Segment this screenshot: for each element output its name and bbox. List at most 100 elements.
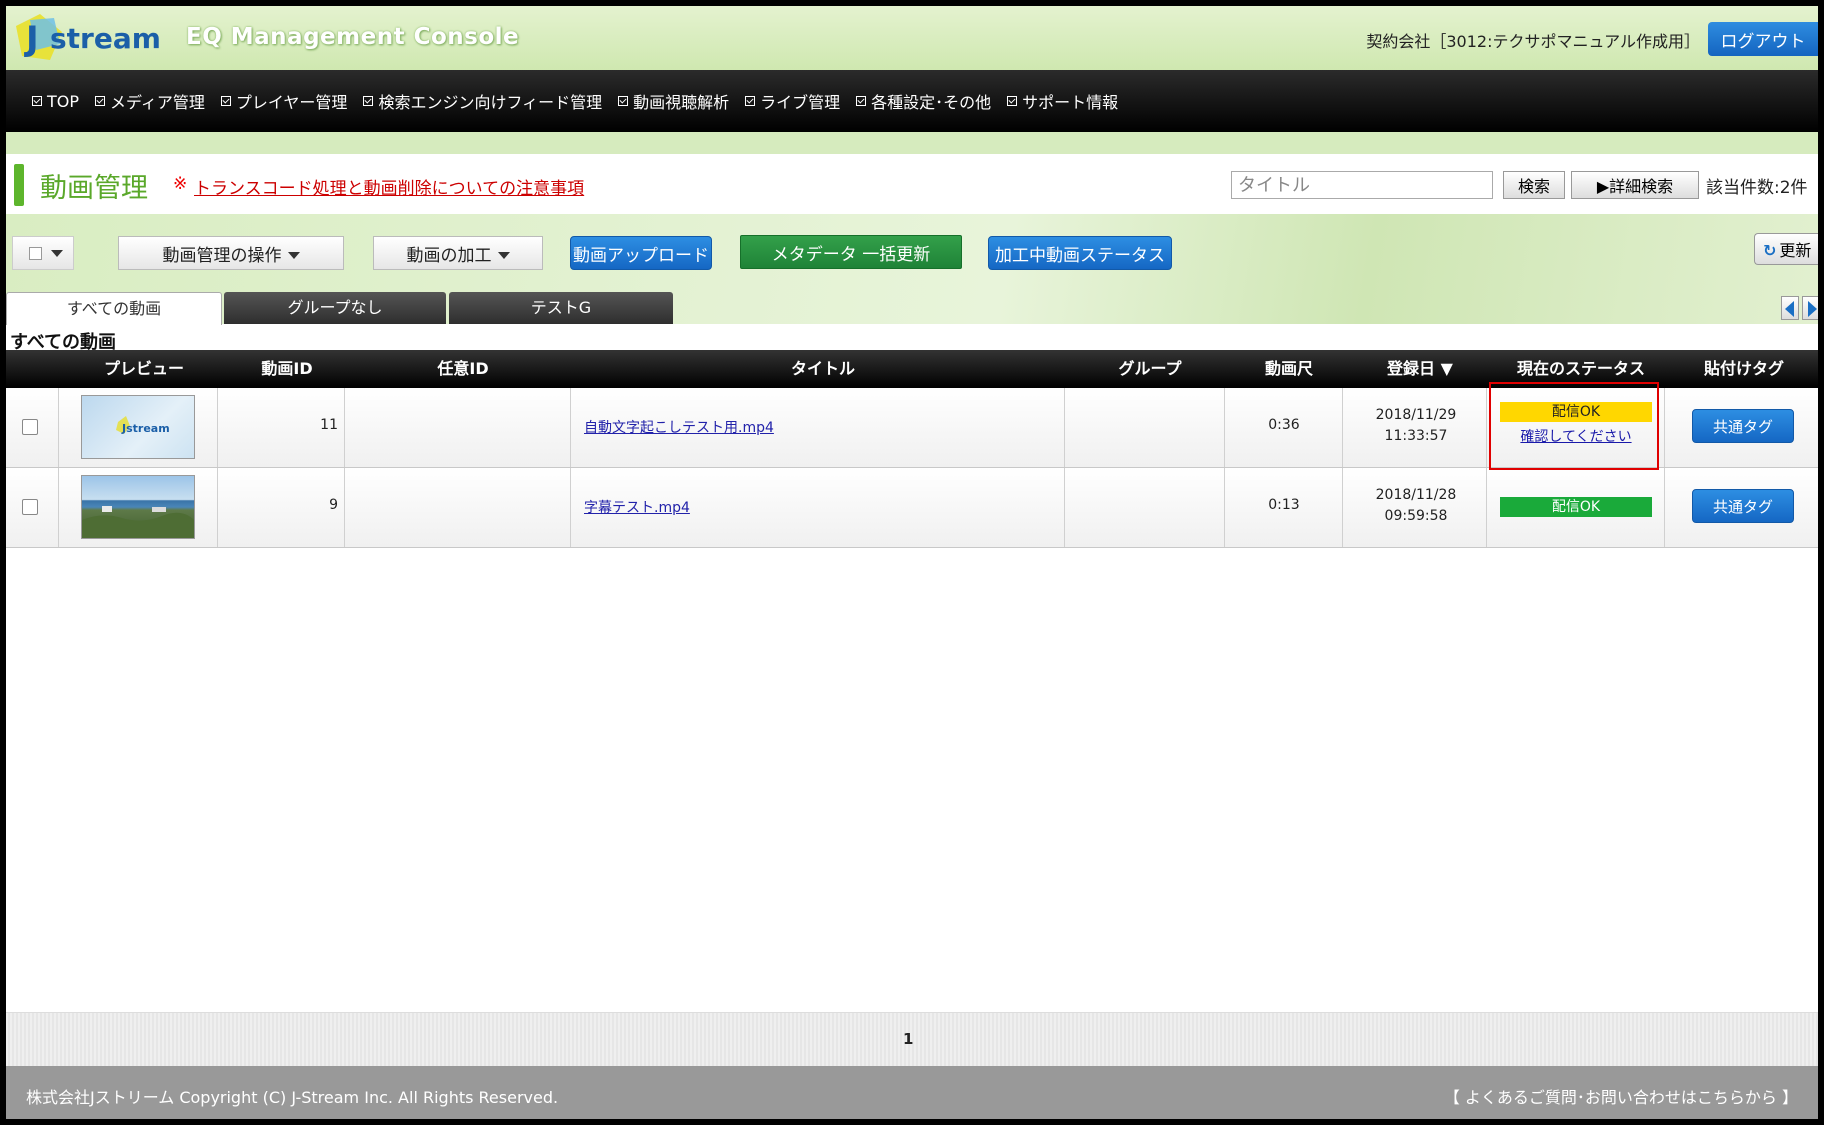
nav-label: 動画視聴解析	[633, 93, 730, 112]
manage-ops-button[interactable]: 動画管理の操作	[118, 236, 344, 270]
checkbox-icon	[95, 96, 106, 106]
main-nav: TOP メディア管理 プレイヤー管理 検索エンジン向けフィード管理 動画視聴解析…	[6, 70, 1818, 132]
refresh-icon: ↻	[1763, 241, 1777, 260]
notice-link[interactable]: トランスコード処理と動画削除についての注意事項	[194, 174, 584, 199]
status-highlight-box	[1489, 382, 1659, 470]
checkbox-icon	[1007, 96, 1018, 106]
nav-label: サポート情報	[1022, 93, 1119, 112]
svg-text:J: J	[24, 19, 39, 59]
nav-label: 検索エンジン向けフィード管理	[378, 93, 603, 112]
faq-contact-link[interactable]: 【 よくあるご質問･お問い合わせはこちらから 】	[1444, 1084, 1798, 1108]
nav-label: プレイヤー管理	[235, 93, 348, 112]
app-window: J stream EQ Management Console 契約会社［3012…	[6, 6, 1818, 1119]
row-checkbox[interactable]	[22, 499, 38, 515]
refresh-label: 更新	[1779, 241, 1812, 260]
title-bar: 動画管理 ※ トランスコード処理と動画削除についての注意事項 検索 ▶詳細検索 …	[6, 154, 1818, 214]
reg-date: 2018/11/28 09:59:58	[1346, 485, 1486, 527]
column-header-preview: プレビュー	[103, 359, 184, 378]
nav-item-player[interactable]: プレイヤー管理	[220, 89, 348, 113]
manage-ops-label: 動画管理の操作	[162, 245, 282, 266]
nav-label: TOP	[47, 91, 80, 111]
search-button[interactable]: 検索	[1503, 171, 1565, 199]
processing-label: 動画の加工	[406, 245, 492, 266]
column-header-group: グループ	[1118, 359, 1182, 378]
reg-date-day: 2018/11/28	[1375, 487, 1457, 503]
common-tag-button[interactable]: 共通タグ	[1692, 409, 1794, 443]
nav-item-top[interactable]: TOP	[32, 92, 79, 111]
thumb-text: Jstream	[121, 422, 170, 435]
chevron-down-icon	[497, 252, 510, 259]
copyright: 株式会社Jストリーム Copyright (C) J-Stream Inc. A…	[26, 1088, 559, 1107]
reg-date: 2018/11/29 11:33:57	[1346, 405, 1486, 447]
column-header-duration[interactable]: 動画尺	[1230, 350, 1348, 388]
pagination: 1	[6, 1012, 1818, 1067]
select-all-dropdown[interactable]	[12, 236, 74, 270]
nav-item-media[interactable]: メディア管理	[95, 89, 205, 113]
bulk-metadata-button[interactable]: メタデータ 一括更新	[740, 235, 962, 269]
upload-button[interactable]: 動画アップロード	[570, 236, 712, 270]
video-title-link[interactable]: 字幕テスト.mp4	[584, 497, 690, 517]
reg-date-time: 11:33:57	[1384, 428, 1448, 444]
column-header-reg-date[interactable]: 登録日 ▼	[1348, 350, 1492, 388]
nav-label: メディア管理	[110, 93, 205, 112]
checkbox-icon	[856, 96, 867, 106]
advanced-search-button[interactable]: ▶詳細検索	[1571, 171, 1699, 199]
duration: 0:13	[1268, 497, 1300, 513]
checkbox-icon	[363, 96, 374, 106]
column-header-video-id[interactable]: 動画ID	[224, 350, 350, 388]
nav-label: 各種設定･その他	[871, 93, 992, 112]
tab-all-videos[interactable]: すべての動画	[6, 292, 222, 325]
processing-status-button[interactable]: 加工中動画ステータス	[988, 236, 1172, 270]
checkbox-icon	[618, 96, 629, 106]
chevron-down-icon	[51, 250, 63, 257]
checkbox-icon	[32, 96, 42, 106]
duration: 0:36	[1268, 417, 1300, 433]
company-name: 契約会社［3012:テクサポマニュアル作成用］	[1366, 32, 1700, 51]
video-thumbnail[interactable]	[81, 475, 195, 539]
nav-item-feed[interactable]: 検索エンジン向けフィード管理	[363, 89, 602, 113]
reg-date-day: 2018/11/29	[1375, 407, 1457, 423]
divider-strip	[6, 132, 1818, 154]
result-count: 該当件数:2件	[1706, 178, 1808, 198]
common-tag-button[interactable]: 共通タグ	[1692, 489, 1794, 523]
nav-item-analytics[interactable]: 動画視聴解析	[618, 89, 729, 113]
page-title: 動画管理	[40, 173, 148, 204]
reg-date-time: 09:59:58	[1384, 508, 1448, 524]
video-thumbnail[interactable]: Jstream	[81, 395, 195, 459]
page-number[interactable]: 1	[903, 1030, 913, 1048]
tab-scroll-left-icon[interactable]	[1781, 296, 1799, 320]
nav-item-live[interactable]: ライブ管理	[745, 89, 840, 113]
nav-item-settings[interactable]: 各種設定･その他	[856, 89, 991, 113]
console-title: EQ Management Console	[186, 24, 520, 50]
nav-item-support[interactable]: サポート情報	[1007, 89, 1118, 113]
advanced-search-label: 詳細検索	[1609, 177, 1674, 196]
footer: 株式会社Jストリーム Copyright (C) J-Stream Inc. A…	[6, 1066, 1818, 1119]
row-checkbox[interactable]	[22, 419, 38, 435]
status-badge: 配信OK	[1500, 497, 1652, 517]
processing-button[interactable]: 動画の加工	[373, 236, 543, 270]
checkbox-icon	[745, 96, 756, 106]
video-id: 11	[320, 417, 338, 433]
search-input[interactable]	[1231, 171, 1493, 199]
tab-scroll-right-icon[interactable]	[1802, 296, 1818, 320]
play-triangle-icon: ▶	[1596, 177, 1610, 196]
table-row: 9 字幕テスト.mp4 0:13 2018/11/28 09:59:58 配信OK…	[6, 468, 1818, 548]
column-header-tag: 貼付けタグ	[1703, 359, 1784, 378]
column-header-title[interactable]: タイトル	[576, 350, 1070, 388]
svg-text:stream: stream	[50, 22, 160, 55]
toolbar: 動画管理の操作 動画の加工 動画アップロード メタデータ 一括更新 加工中動画ス…	[6, 214, 1818, 325]
checkbox-icon	[220, 96, 231, 106]
tab-test-g[interactable]: テストG	[449, 292, 673, 324]
video-id: 9	[329, 497, 338, 513]
logout-button[interactable]: ログアウト	[1708, 22, 1818, 56]
refresh-button[interactable]: ↻ 更新	[1754, 233, 1818, 265]
checkbox-icon	[29, 247, 42, 260]
jstream-logo[interactable]: J stream	[10, 10, 161, 66]
chevron-down-icon	[287, 252, 300, 259]
title-accent-bar	[14, 164, 24, 206]
column-header-custom-id[interactable]: 任意ID	[350, 350, 576, 388]
header: J stream EQ Management Console 契約会社［3012…	[6, 6, 1818, 70]
tab-no-group[interactable]: グループなし	[224, 292, 446, 324]
notice-mark: ※	[173, 174, 188, 194]
video-title-link[interactable]: 自動文字起こしテスト用.mp4	[584, 417, 774, 437]
